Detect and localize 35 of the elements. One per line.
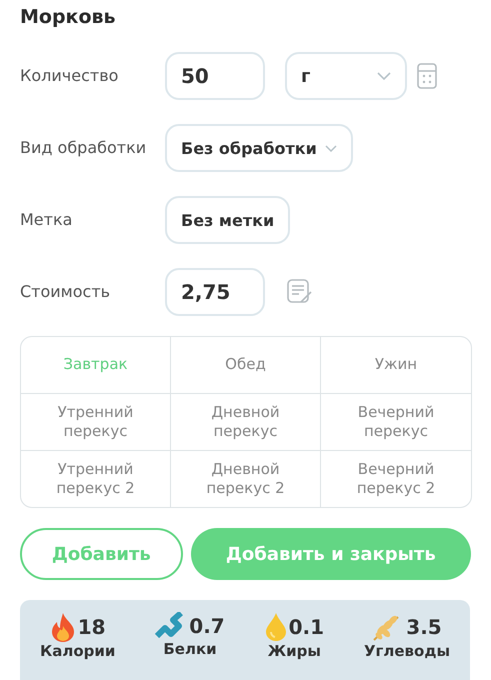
meal-option[interactable]: Ужин: [321, 337, 471, 394]
calculator-icon[interactable]: [417, 63, 437, 89]
nutrient-value: 3.5: [406, 615, 442, 639]
nutrient-value: 0.7: [189, 614, 225, 638]
nutrient-value: 18: [78, 615, 106, 639]
field-label: Количество: [20, 65, 120, 87]
cost-field[interactable]: 2,75: [165, 268, 265, 316]
nutrient-label: Белки: [163, 640, 217, 658]
meal-option[interactable]: Вечерний перекус: [321, 394, 471, 451]
unit-dropdown[interactable]: г: [285, 52, 407, 100]
field-label: Метка: [20, 209, 74, 231]
tag-dropdown[interactable]: Без метки: [165, 196, 290, 244]
nutrient-label: Калории: [40, 642, 116, 660]
drop-icon: [264, 612, 287, 642]
meal-option[interactable]: Дневной перекус: [171, 394, 321, 451]
note-edit-icon[interactable]: [287, 279, 313, 305]
meal-option[interactable]: Утренний перекус: [21, 394, 171, 451]
meal-option[interactable]: Завтрак: [21, 337, 171, 394]
food-title: Морковь: [20, 6, 117, 30]
field-label: Стоимость: [20, 281, 112, 303]
processing-dropdown[interactable]: Без обработки: [165, 124, 353, 172]
nutrient-label: Жиры: [268, 642, 321, 660]
add-button[interactable]: Добавить: [20, 528, 183, 580]
add-and-close-button[interactable]: Добавить и закрыть: [190, 528, 471, 580]
chevron-down-icon: [377, 72, 391, 80]
meal-option[interactable]: Дневной перекус 2: [171, 451, 321, 507]
meal-option[interactable]: Вечерний перекус 2: [321, 451, 471, 507]
quantity-field[interactable]: 50: [165, 52, 265, 100]
flame-icon: [50, 612, 76, 642]
meal-option[interactable]: Утренний перекус 2: [21, 451, 171, 507]
chevron-down-icon: [324, 144, 337, 152]
nutrient-label: Углеводы: [364, 642, 450, 660]
field-label: Вид обработки: [20, 137, 148, 159]
nutrient-value: 0.1: [288, 615, 324, 639]
meal-option[interactable]: Обед: [171, 337, 321, 394]
